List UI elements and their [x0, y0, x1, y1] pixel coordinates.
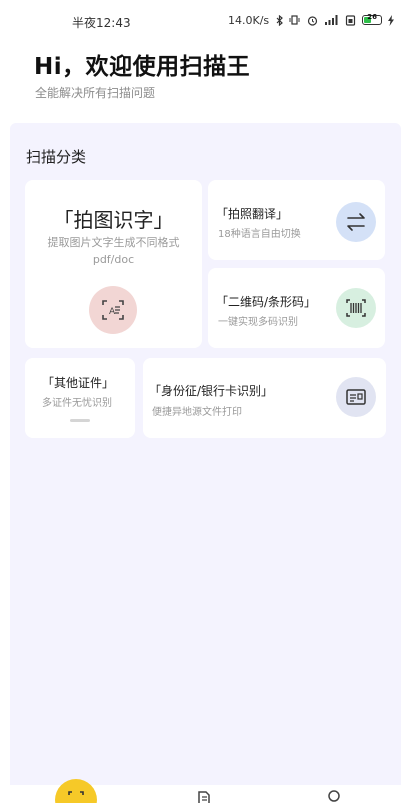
status-bar: 半夜12:43 14.0K/s 26	[0, 0, 407, 40]
card-desc: 18种语言自由切换	[218, 229, 301, 240]
signal-icon	[325, 15, 338, 25]
card-title: 「身份征/银行卡识别」	[149, 384, 274, 398]
card-desc: 一键实现多码识别	[218, 317, 298, 328]
section-title: 扫描分类	[26, 148, 87, 166]
svg-text:A: A	[109, 307, 116, 317]
barcode-scan-icon	[336, 288, 376, 328]
status-icons: 14.0K/s 26	[228, 13, 394, 27]
id-card-icon	[336, 377, 376, 417]
bottom-navigation	[0, 779, 407, 803]
vibrate-icon	[289, 15, 300, 25]
text-scan-icon: A	[89, 286, 137, 334]
swap-arrows-icon	[336, 202, 376, 242]
card-title: 「二维码/条形码」	[216, 295, 317, 309]
greeting-title: Hi，欢迎使用扫描王	[34, 54, 251, 80]
status-time: 半夜12:43	[72, 16, 131, 30]
sim-icon	[345, 14, 355, 26]
greeting-subtitle: 全能解决所有扫描问题	[35, 86, 156, 100]
network-speed: 14.0K/s	[228, 13, 270, 27]
card-desc: 多证件无忧识别	[42, 398, 112, 409]
card-desc-line: 提取图片文字生成不同格式	[47, 236, 180, 249]
battery-level: 26	[367, 13, 378, 21]
other-documents-card[interactable]: 「其他证件」 多证件无忧识别	[25, 358, 135, 438]
id-bank-card-card[interactable]: 「身份征/银行卡识别」 便捷异地源文件打印	[143, 358, 386, 438]
scan-frame-icon	[68, 791, 84, 795]
qr-barcode-card[interactable]: 「二维码/条形码」 一键实现多码识别	[208, 268, 385, 348]
scan-categories-panel: 扫描分类 「拍图识字」 提取图片文字生成不同格式 pdf/doc A 「拍照翻译…	[10, 123, 401, 785]
nav-document-icon[interactable]	[196, 790, 212, 803]
charging-icon	[387, 14, 394, 26]
battery-icon: 26	[362, 13, 383, 25]
card-desc: 提取图片文字生成不同格式 pdf/doc	[35, 234, 192, 268]
bluetooth-icon	[276, 14, 283, 26]
card-title: 「其他证件」	[42, 376, 115, 390]
nav-scan-button[interactable]	[55, 779, 97, 803]
text-recognition-card[interactable]: 「拍图识字」 提取图片文字生成不同格式 pdf/doc A	[25, 180, 202, 348]
nav-profile-icon[interactable]	[326, 789, 342, 803]
card-title: 「拍图识字」	[53, 208, 174, 232]
alarm-icon	[307, 15, 317, 26]
card-desc: 便捷异地源文件打印	[152, 407, 242, 418]
card-desc-line: pdf/doc	[92, 253, 135, 266]
card-title: 「拍照翻译」	[216, 207, 289, 221]
photo-translate-card[interactable]: 「拍照翻译」 18种语言自由切换	[208, 180, 385, 260]
divider-bar	[70, 419, 90, 422]
